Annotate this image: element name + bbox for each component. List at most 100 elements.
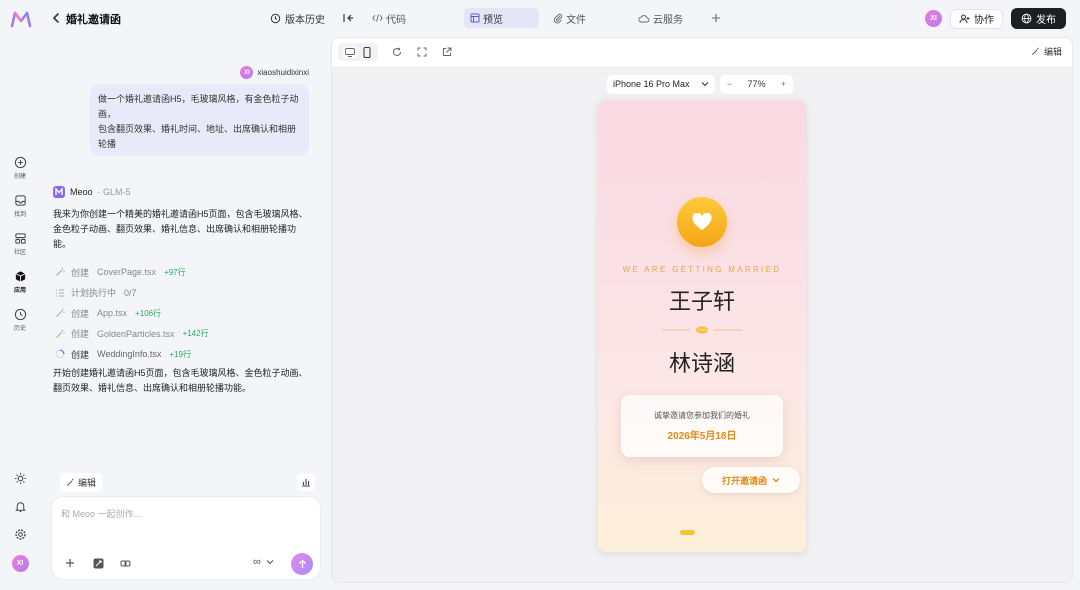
model-selector[interactable]: ∞ — [253, 556, 274, 568]
tab-cloud[interactable]: 云服务 — [632, 8, 689, 28]
plus-icon[interactable] — [65, 558, 75, 568]
magic-wand-icon — [1031, 47, 1040, 56]
step-added: +106行 — [135, 308, 162, 318]
cloud-icon — [638, 14, 650, 23]
page-indicator[interactable] — [680, 530, 695, 535]
invitation-tagline: WE ARE GETTING MARRIED — [622, 265, 782, 274]
back-icon[interactable] — [51, 12, 61, 24]
edit-button[interactable]: 编辑 — [60, 473, 103, 492]
tab-cloud-label: 云服务 — [653, 14, 683, 26]
user-message-bubble: 做一个婚礼邀请函H5，毛玻璃风格，有金色粒子动 画， 包含翻页效果、婚礼时间、地… — [90, 84, 309, 156]
sidebar-item-find[interactable]: 找到 — [0, 194, 40, 218]
step-item[interactable]: 创建 GoldenParticles.tsx +142行 — [53, 324, 209, 345]
globe-icon — [1021, 13, 1032, 24]
inbox-icon — [14, 194, 27, 207]
ai-intro-line: 我来为你创建一个精美的婚礼邀请函H5页面，包含毛玻璃风格、 — [53, 209, 308, 219]
collapse-panel-icon[interactable] — [342, 12, 354, 24]
preview-panel: 编辑 iPhone 16 Pro Max − 77% + WE ARE GETT… — [331, 37, 1073, 583]
edit-button-label: 编辑 — [78, 478, 97, 488]
ai-intro-line: 能。 — [53, 239, 72, 249]
notifications-button[interactable] — [0, 500, 40, 513]
clock-icon — [14, 308, 27, 321]
chevron-down-icon — [266, 559, 274, 565]
user-message-header: XI xiaoshuidixinxi — [240, 66, 309, 79]
user-message-line: 画， — [98, 109, 117, 119]
device-bar: iPhone 16 Pro Max − 77% + — [607, 74, 797, 94]
grid-icon — [14, 232, 27, 245]
refresh-icon[interactable] — [392, 47, 402, 57]
sidebar-label-history: 历史 — [13, 326, 26, 332]
tab-preview[interactable]: 预览 — [464, 8, 539, 28]
left-sidebar: 创建 找到 社区 应用 历史 XI — [0, 36, 40, 590]
zoom-out-button[interactable]: − — [727, 79, 732, 89]
task-steps: 创建 CoverPage.tsx +97行 计划执行中 0/7 创建 App.t… — [53, 262, 209, 365]
open-external-icon[interactable] — [442, 47, 452, 57]
fullscreen-icon[interactable] — [417, 47, 427, 57]
user-message-line: 包含翻页效果、婚礼时间、地址、出席确认和相册 — [98, 124, 297, 134]
sidebar-item-community[interactable]: 社区 — [0, 232, 40, 256]
device-select[interactable]: iPhone 16 Pro Max — [607, 74, 715, 94]
link-icon[interactable] — [120, 558, 131, 569]
app-logo[interactable] — [10, 10, 32, 28]
sketch-icon[interactable] — [93, 558, 104, 569]
view-tabs: 代码 预览 文件 云服务 — [342, 8, 721, 28]
step-item-current[interactable]: 创建 WeddingInfo.tsx +19行 — [53, 344, 209, 365]
bell-icon — [14, 500, 27, 513]
bar-chart-icon — [301, 477, 311, 487]
preview-edit-label: 编辑 — [1043, 47, 1062, 57]
plus-circle-icon — [14, 156, 27, 169]
zoom-in-button[interactable]: + — [781, 79, 786, 89]
ai-message-header: Meoo · GLM-5 — [53, 186, 131, 198]
ai-outro-line: 开始创建婚礼邀请函H5页面，包含毛玻璃风格、金色粒子动画、 — [53, 368, 308, 378]
chat-input-box: ∞ — [51, 496, 321, 580]
magic-wand-icon — [53, 308, 67, 318]
groom-name: 王子轩 — [668, 290, 735, 315]
sidebar-item-create[interactable]: 创建 — [0, 156, 40, 180]
settings-button[interactable] — [0, 528, 40, 541]
magic-wand-icon — [53, 329, 67, 339]
stats-button[interactable] — [297, 473, 315, 491]
step-action: 创建 — [71, 329, 90, 340]
invitation-card: 诚挚邀请您参加我们的婚礼 2026年5月18日 — [621, 395, 783, 457]
sidebar-label-apps: 应用 — [13, 288, 26, 294]
add-tab-icon[interactable] — [711, 13, 721, 23]
publish-button[interactable]: 发布 — [1011, 8, 1066, 29]
mobile-icon[interactable] — [363, 47, 371, 58]
sidebar-item-apps[interactable]: 应用 — [0, 270, 40, 294]
user-avatar[interactable]: XI — [925, 10, 942, 27]
paperclip-icon — [553, 13, 563, 24]
step-item[interactable]: 计划执行中 0/7 — [53, 283, 209, 304]
send-button[interactable] — [291, 553, 313, 575]
open-invitation-button[interactable]: 打开邀请函 — [702, 467, 800, 493]
desktop-icon[interactable] — [343, 47, 357, 58]
user-name: xiaoshuidixinxi — [257, 68, 309, 77]
list-icon — [53, 288, 67, 298]
tab-code[interactable]: 代码 — [366, 8, 412, 28]
version-history-label: 版本历史 — [285, 15, 325, 26]
chat-input[interactable] — [61, 507, 311, 537]
preview-toolbar: 编辑 — [332, 38, 1072, 68]
step-item[interactable]: 创建 App.tsx +106行 — [53, 303, 209, 324]
meoo-logo-icon — [53, 186, 65, 198]
theme-toggle[interactable] — [0, 472, 40, 485]
ai-intro-text: 我来为你创建一个精美的婚礼邀请函H5页面，包含毛玻璃风格、 金色粒子动画、翻页效… — [53, 207, 308, 252]
sidebar-avatar: XI — [11, 555, 29, 572]
sidebar-item-history[interactable]: 历史 — [0, 308, 40, 332]
step-item[interactable]: 创建 CoverPage.tsx +97行 — [53, 262, 209, 283]
step-added: +142行 — [182, 329, 209, 339]
model-symbol: ∞ — [253, 556, 261, 568]
step-added: +19行 — [169, 349, 191, 359]
version-history-button[interactable]: 版本历史 — [270, 11, 325, 26]
ai-model: · GLM-5 — [97, 187, 131, 197]
spinner-icon — [53, 349, 67, 359]
tab-files[interactable]: 文件 — [547, 8, 592, 28]
collaborate-label: 协作 — [974, 15, 994, 26]
tab-files-label: 文件 — [566, 14, 586, 26]
arrow-up-icon — [298, 559, 307, 569]
sidebar-user[interactable]: XI — [0, 555, 40, 572]
history-icon — [270, 13, 281, 24]
collaborate-button[interactable]: 协作 — [950, 8, 1003, 29]
ai-outro-text: 开始创建婚礼邀请函H5页面，包含毛玻璃风格、金色粒子动画、 翻页效果、婚礼信息、… — [53, 366, 308, 396]
device-name: iPhone 16 Pro Max — [613, 79, 690, 89]
preview-edit-button[interactable]: 编辑 — [1031, 45, 1062, 58]
